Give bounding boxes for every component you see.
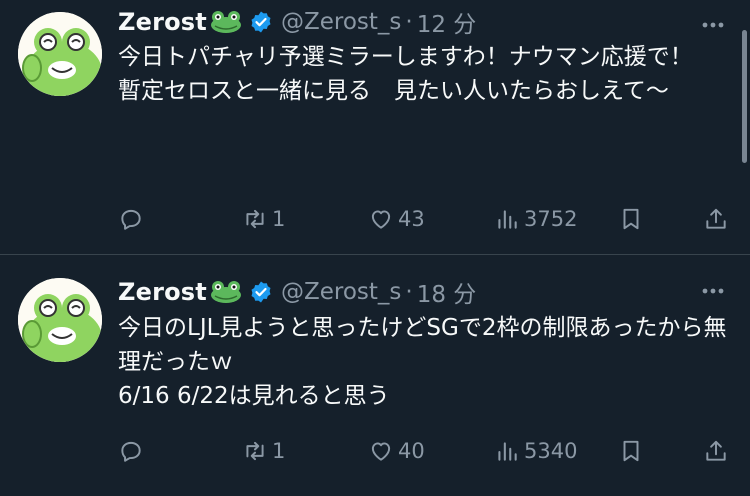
views-chart-icon bbox=[498, 442, 517, 461]
bookmark-icon bbox=[623, 208, 639, 230]
more-options-icon[interactable] bbox=[698, 10, 728, 40]
timestamp[interactable]: 18 分 bbox=[417, 275, 477, 309]
view-count: 3752 bbox=[524, 207, 578, 231]
retweet-count: 1 bbox=[272, 439, 286, 463]
display-name[interactable]: Zerost bbox=[118, 8, 207, 36]
frog-avatar-icon bbox=[18, 12, 102, 96]
reply-icon bbox=[121, 209, 141, 230]
verified-badge-icon[interactable] bbox=[249, 280, 273, 304]
views-chart-icon bbox=[498, 210, 517, 229]
tweet[interactable]: Zerost @Zerost_s bbox=[0, 0, 750, 254]
tweet-header: Zerost @Zerost_s bbox=[118, 274, 476, 310]
retweet-button[interactable]: 1 bbox=[242, 202, 285, 236]
share-button[interactable] bbox=[703, 202, 729, 236]
retweet-button[interactable]: 1 bbox=[242, 434, 285, 468]
like-button[interactable]: 40 bbox=[368, 434, 425, 468]
timeline: Zerost @Zerost_s · 12 分 今日トパチャリ予選ミラーしますわ… bbox=[0, 0, 750, 496]
retweet-count: 1 bbox=[272, 207, 286, 231]
user-handle[interactable]: @Zerost_s bbox=[281, 279, 401, 305]
frog-emoji-icon bbox=[209, 280, 243, 304]
view-count: 5340 bbox=[524, 439, 578, 463]
avatar[interactable] bbox=[18, 278, 102, 362]
frog-emoji-icon bbox=[209, 10, 243, 34]
retweet-icon bbox=[246, 441, 264, 461]
like-count: 43 bbox=[398, 207, 425, 231]
tweet-actions: 1 43 3752 bbox=[118, 202, 730, 236]
verified-badge-icon[interactable] bbox=[249, 10, 273, 34]
tweet-text: 今日トパチャリ予選ミラーしますわ！ナウマン応援で！ 暫定セロスと一緒に見る 見た… bbox=[118, 40, 728, 108]
timestamp[interactable]: 12 分 bbox=[417, 5, 477, 39]
tweet-text-line: 今日のLJL見ようと思ったけどSGで2枠の制限あったから無理だったｗ bbox=[118, 315, 727, 375]
bookmark-button[interactable] bbox=[618, 434, 644, 468]
share-icon bbox=[706, 208, 726, 229]
bookmark-button[interactable] bbox=[618, 202, 644, 236]
scrollbar[interactable] bbox=[742, 30, 747, 163]
tweet-header: Zerost @Zerost_s bbox=[118, 4, 476, 40]
retweet-icon bbox=[246, 209, 264, 229]
more-options-icon[interactable] bbox=[698, 276, 728, 306]
heart-icon bbox=[371, 442, 391, 461]
share-button[interactable] bbox=[703, 434, 729, 468]
like-button[interactable]: 43 bbox=[368, 202, 425, 236]
reply-icon bbox=[121, 441, 141, 462]
user-handle[interactable]: @Zerost_s bbox=[281, 9, 401, 35]
share-icon bbox=[706, 440, 726, 461]
bookmark-icon bbox=[623, 440, 639, 462]
views-button[interactable]: 3752 bbox=[494, 202, 577, 236]
tweet[interactable]: Zerost @Zerost_s bbox=[0, 255, 750, 496]
reply-button[interactable] bbox=[118, 434, 144, 468]
views-button[interactable]: 5340 bbox=[494, 434, 577, 468]
avatar[interactable] bbox=[18, 12, 102, 96]
like-count: 40 bbox=[398, 439, 425, 463]
separator-dot: · bbox=[405, 9, 413, 35]
tweet-text-line: 今日トパチャリ予選ミラーしますわ！ナウマン応援で！ bbox=[118, 44, 693, 70]
separator-dot: · bbox=[405, 279, 413, 305]
reply-button[interactable] bbox=[118, 202, 144, 236]
tweet-actions: 1 40 5340 bbox=[118, 434, 730, 468]
heart-icon bbox=[371, 210, 391, 229]
frog-avatar-icon bbox=[18, 278, 102, 362]
display-name[interactable]: Zerost bbox=[118, 278, 207, 306]
tweet-text: 今日のLJL見ようと思ったけどSGで2枠の制限あったから無理だったｗ 6/16 … bbox=[118, 311, 728, 413]
tweet-text-line: 暫定セロスと一緒に見る 見たい人いたらおしえて〜 bbox=[118, 78, 669, 104]
tweet-text-line: 6/16 6/22は見れると思う bbox=[118, 383, 390, 409]
